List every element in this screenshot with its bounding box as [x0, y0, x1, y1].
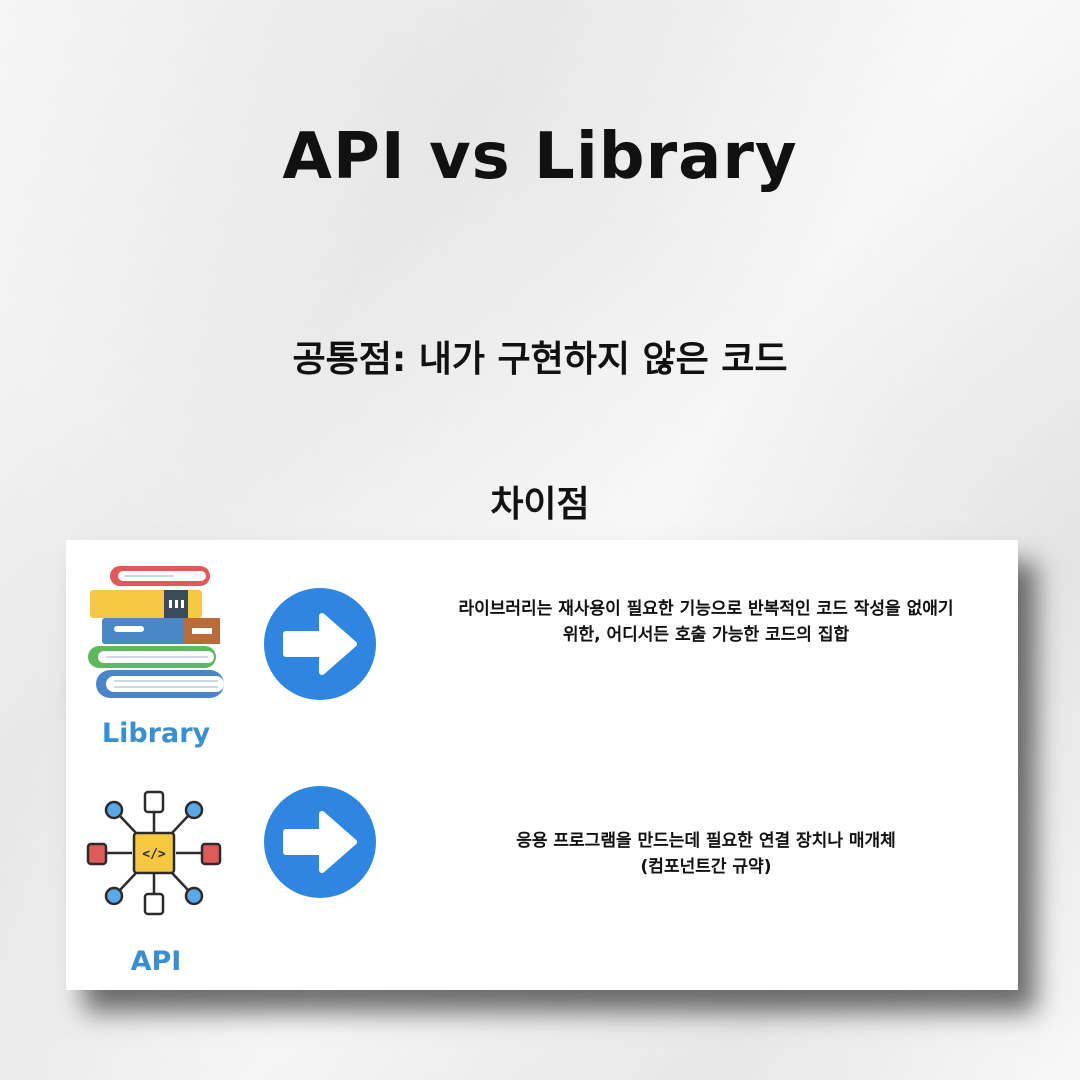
library-description: 라이브러리는 재사용이 필요한 기능으로 반복적인 코드 작성을 없애기 위한,…: [406, 596, 1006, 648]
api-description: 응용 프로그램을 만드는데 필요한 연결 장치나 매개체 (컴포넌트간 규약): [406, 828, 1006, 880]
common-point-heading: 공통점: 내가 구현하지 않은 코드: [292, 339, 788, 380]
svg-text:</>: </>: [142, 847, 166, 862]
library-label: Library: [101, 718, 211, 749]
differences-heading: 차이점: [490, 484, 590, 525]
api-description-line2: (컴포넌트간 규약): [640, 857, 772, 877]
arrow-right-circle-icon: [264, 786, 376, 898]
arrow-right-circle-icon: [264, 588, 376, 700]
page-title: API vs Library: [282, 120, 798, 194]
api-label: API: [130, 946, 182, 977]
api-network-icon: </>: [84, 778, 224, 928]
library-row: Library 라이브러리는 재사용이 필요한 기능으로 반복적인 코드 작성을…: [66, 560, 1018, 760]
api-description-line1: 응용 프로그램을 만드는데 필요한 연결 장치나 매개체: [516, 831, 896, 851]
api-row: </> API 응용 프로그램을 만드는데 필요한 연결 장치나 매개체 (컴포…: [66, 778, 1018, 978]
library-description-line1: 라이브러리는 재사용이 필요한 기능으로 반복적인 코드 작성을 없애기: [458, 599, 954, 619]
books-icon: [84, 560, 224, 710]
library-description-line2: 위한, 어디서든 호출 가능한 코드의 집합: [562, 625, 850, 645]
comparison-card: Library 라이브러리는 재사용이 필요한 기능으로 반복적인 코드 작성을…: [66, 540, 1018, 990]
